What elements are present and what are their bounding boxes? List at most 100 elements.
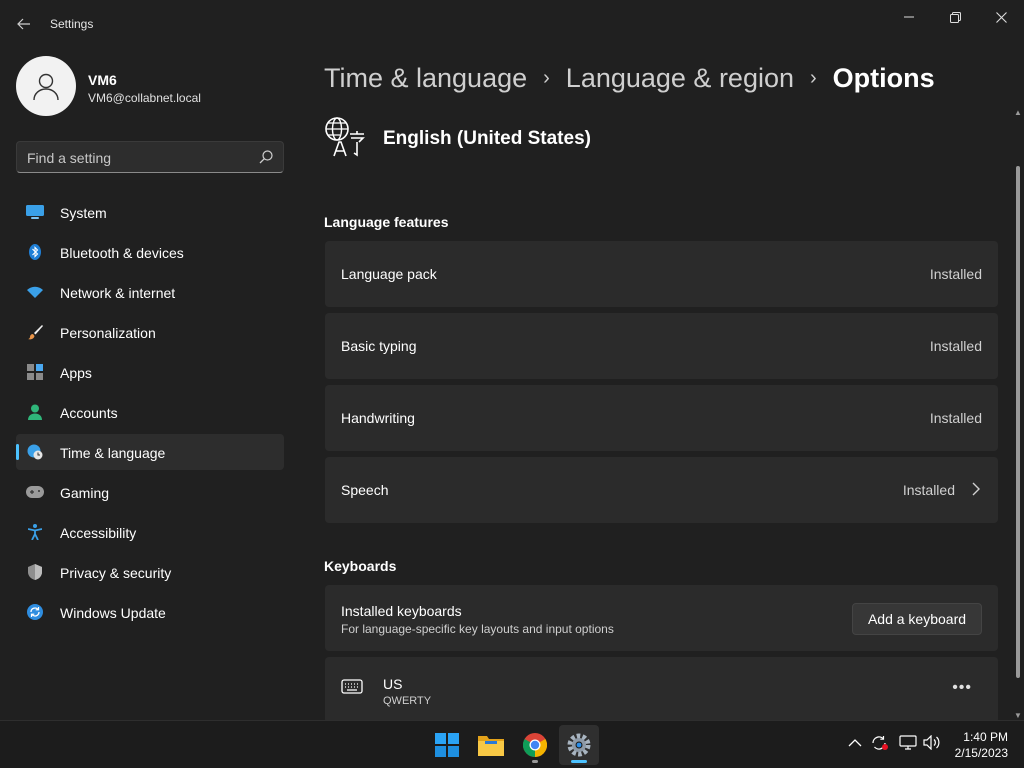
taskbar-running-indicator xyxy=(532,760,538,763)
wifi-icon xyxy=(26,284,44,300)
sidebar-item-privacy[interactable]: Privacy & security xyxy=(16,554,284,590)
sidebar-item-label: Apps xyxy=(60,365,92,381)
restore-button[interactable] xyxy=(932,2,978,32)
system-clock[interactable]: 1:40 PM 2/15/2023 xyxy=(955,729,1008,761)
globe-clock-icon xyxy=(26,444,44,460)
restore-icon xyxy=(949,11,961,23)
sidebar-item-time-language[interactable]: Time & language xyxy=(16,434,284,470)
person-icon xyxy=(26,404,44,420)
taskbar-active-indicator xyxy=(571,760,587,763)
feature-status: Installed xyxy=(929,266,982,282)
volume-icon[interactable] xyxy=(923,734,941,753)
keyboard-name: US xyxy=(383,676,403,692)
chevron-right-icon xyxy=(972,482,980,501)
back-button[interactable] xyxy=(10,10,38,38)
search-placeholder: Find a setting xyxy=(27,150,112,166)
sidebar-item-system[interactable]: System xyxy=(16,194,284,230)
feature-speech[interactable]: Speech Installed xyxy=(325,457,998,523)
taskbar: 1:40 PM 2/15/2023 xyxy=(0,720,1024,768)
scroll-down-icon[interactable]: ▼ xyxy=(1014,711,1022,720)
user-profile[interactable]: VM6 VM6@collabnet.local xyxy=(16,56,286,118)
sidebar-item-label: Gaming xyxy=(60,485,110,501)
feature-label: Language pack xyxy=(341,266,437,282)
sidebar-item-personalization[interactable]: Personalization xyxy=(16,314,284,350)
section-title-language-features: Language features xyxy=(324,214,449,230)
language-name: English (United States) xyxy=(383,128,591,149)
feature-label: Handwriting xyxy=(341,410,415,426)
sidebar-item-label: Network & internet xyxy=(60,285,176,301)
sync-alert-icon[interactable] xyxy=(871,735,889,754)
feature-label: Speech xyxy=(341,482,389,498)
breadcrumb-item-time-language[interactable]: Time & language xyxy=(324,63,527,94)
page-title: Options xyxy=(832,62,935,93)
taskbar-settings[interactable] xyxy=(559,725,599,765)
clock-time: 1:40 PM xyxy=(963,730,1008,744)
accessibility-icon xyxy=(26,524,44,540)
scroll-thumb[interactable] xyxy=(1016,166,1020,678)
chevron-up-icon[interactable] xyxy=(848,735,862,751)
sidebar-item-bluetooth[interactable]: Bluetooth & devices xyxy=(16,234,284,270)
language-icon xyxy=(325,117,365,157)
taskbar-chrome[interactable] xyxy=(515,725,555,765)
sidebar-item-accessibility[interactable]: Accessibility xyxy=(16,514,284,550)
sidebar-item-gaming[interactable]: Gaming xyxy=(16,474,284,510)
minimize-icon xyxy=(904,16,914,18)
shield-icon xyxy=(26,564,44,580)
start-icon xyxy=(435,733,459,757)
scrollbar[interactable]: ▲ ▼ xyxy=(1013,108,1023,720)
clock-date: 2/15/2023 xyxy=(954,746,1008,760)
chrome-icon xyxy=(523,733,547,757)
sidebar-item-label: Personalization xyxy=(60,325,156,341)
gamepad-icon xyxy=(26,484,44,500)
close-icon xyxy=(995,11,1007,23)
search-icon xyxy=(259,150,273,169)
sidebar-item-label: Accounts xyxy=(60,405,118,421)
section-title-keyboards: Keyboards xyxy=(324,558,397,574)
feature-label: Basic typing xyxy=(341,338,417,354)
sidebar-item-network[interactable]: Network & internet xyxy=(16,274,284,310)
system-icon xyxy=(26,204,44,220)
file-explorer-icon xyxy=(478,736,504,756)
close-button[interactable] xyxy=(978,2,1024,32)
sidebar-nav: System Bluetooth & devices Network & int… xyxy=(16,194,284,634)
person-icon xyxy=(33,73,59,101)
sidebar-item-label: Accessibility xyxy=(60,525,137,541)
back-arrow-icon xyxy=(17,18,30,30)
breadcrumb-item-language-region[interactable]: Language & region xyxy=(566,63,794,94)
sidebar-item-label: Privacy & security xyxy=(60,565,172,581)
brush-icon xyxy=(26,324,44,340)
user-name: VM6 xyxy=(88,72,117,88)
update-icon xyxy=(26,604,44,620)
settings-icon xyxy=(567,733,591,757)
sidebar-item-label: System xyxy=(60,205,107,221)
search-input[interactable]: Find a setting xyxy=(16,141,284,173)
feature-language-pack: Language pack Installed xyxy=(325,241,998,307)
feature-basic-typing: Basic typing Installed xyxy=(325,313,998,379)
keyboard-item-us: US QWERTY ••• xyxy=(325,657,998,723)
keyboard-icon xyxy=(341,679,363,694)
user-email: VM6@collabnet.local xyxy=(88,91,201,105)
scroll-up-icon[interactable]: ▲ xyxy=(1014,108,1022,117)
more-options-button[interactable]: ••• xyxy=(952,679,972,697)
installed-keyboards-subtitle: For language-specific key layouts and in… xyxy=(341,622,614,636)
taskbar-file-explorer[interactable] xyxy=(471,725,511,765)
installed-keyboards-title: Installed keyboards xyxy=(341,603,462,619)
title-bar: Settings xyxy=(0,0,1024,48)
feature-handwriting: Handwriting Installed xyxy=(325,385,998,451)
sidebar-item-apps[interactable]: Apps xyxy=(16,354,284,390)
network-icon[interactable] xyxy=(899,735,917,753)
sidebar-item-accounts[interactable]: Accounts xyxy=(16,394,284,430)
feature-status: Installed xyxy=(902,482,955,498)
avatar xyxy=(16,56,76,116)
chevron-right-icon: › xyxy=(810,66,817,89)
feature-status: Installed xyxy=(929,338,982,354)
sidebar-item-label: Bluetooth & devices xyxy=(60,245,184,261)
add-keyboard-button[interactable]: Add a keyboard xyxy=(852,603,982,635)
start-button[interactable] xyxy=(427,725,467,765)
keyboard-layout: QWERTY xyxy=(383,695,432,707)
breadcrumb: Time & language › Language & region › Op… xyxy=(324,58,935,98)
sidebar-item-windows-update[interactable]: Windows Update xyxy=(16,594,284,630)
sidebar-item-label: Time & language xyxy=(60,445,166,461)
minimize-button[interactable] xyxy=(886,2,932,32)
window-title: Settings xyxy=(50,17,94,31)
